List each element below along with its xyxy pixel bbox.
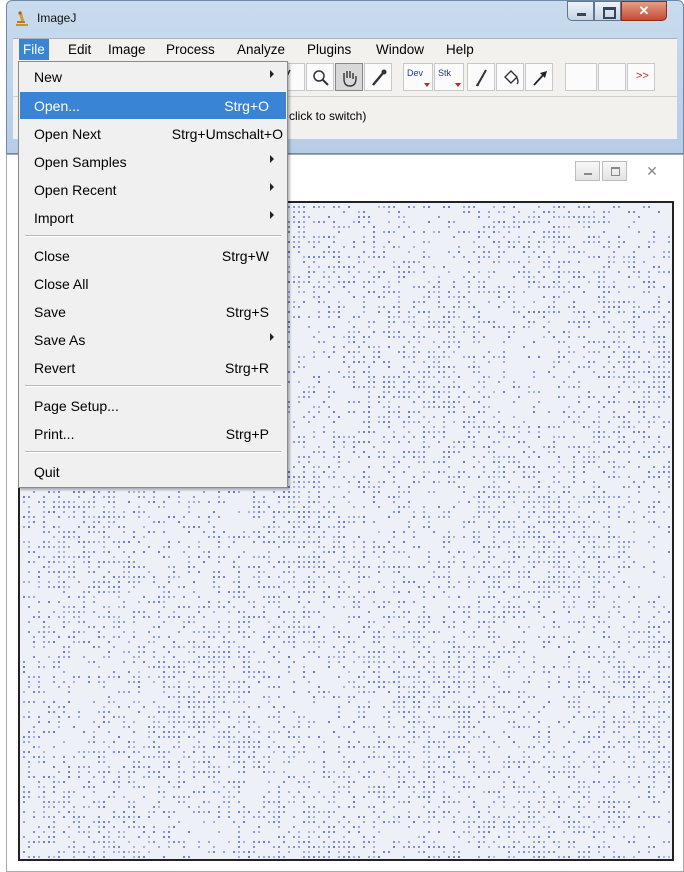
window-title: ImageJ [37,11,77,25]
image-minimize-button[interactable] [575,161,600,181]
minimize-button[interactable] [567,1,594,21]
more-tools-button[interactable]: >> [627,63,655,91]
menu-item-label: Close All [34,276,89,292]
menu-separator [25,451,281,453]
menu-item-label: Open Next [34,126,101,142]
menu-item-print[interactable]: Print... Strg+P [20,420,286,447]
paint-bucket-icon [504,70,519,85]
image-window-controls: ✕ [575,161,675,181]
brush-icon [476,69,487,87]
menu-item-open[interactable]: Open... Strg+O [20,92,286,119]
menu-item-open-samples[interactable]: Open Samples [20,148,286,175]
submenu-arrow-icon [270,70,274,78]
menu-item-close-all[interactable]: Close All [20,270,286,297]
menu-file[interactable]: File [19,39,49,61]
maximize-icon [603,7,616,19]
close-button[interactable]: ✕ [621,1,667,21]
menu-window[interactable]: Window [373,42,427,57]
menu-process[interactable]: Process [163,42,218,57]
arrow-tool-button[interactable] [525,63,553,91]
submenu-arrow-icon [270,211,274,219]
submenu-arrow-icon [270,333,274,341]
menu-item-label: Import [34,210,74,226]
magnifier-tool-button[interactable] [306,63,334,91]
submenu-arrow-icon [270,183,274,191]
file-menu: New Open... Strg+O Open Next Strg+Umscha… [18,61,288,488]
hand-tool-button[interactable] [335,63,363,91]
window-controls: ✕ [567,1,667,21]
magnifier-icon [313,70,329,86]
maximize-button[interactable] [594,1,621,21]
menu-help[interactable]: Help [443,42,477,57]
menu-item-shortcut: Strg+P [225,426,269,442]
menu-item-shortcut: Strg+O [224,98,269,114]
menu-item-page-setup[interactable]: Page Setup... [20,392,286,419]
menu-item-label: Quit [34,464,60,480]
brush-tool-button[interactable] [467,63,495,91]
menu-analyze[interactable]: Analyze [234,42,288,57]
titlebar: ImageJ ✕ [7,1,683,35]
dropdown-triangle-icon [455,83,461,87]
menu-plugins[interactable]: Plugins [304,42,354,57]
menu-item-import[interactable]: Import [20,204,286,231]
menu-item-shortcut: Strg+S [225,304,269,320]
menu-item-close[interactable]: Close Strg+W [20,242,286,269]
fill-tool-button[interactable] [496,63,524,91]
developer-menu-button[interactable]: Dev [403,63,433,91]
empty-tool-slot[interactable] [598,63,626,91]
menu-item-label: Page Setup... [34,398,119,414]
menu-item-label: New [34,69,63,85]
menu-item-save-as[interactable]: Save As [20,326,286,353]
menu-separator [25,235,281,237]
menu-item-open-next[interactable]: Open Next Strg+Umschalt+O [20,120,286,147]
menu-edit[interactable]: Edit [65,42,94,57]
arrow-icon [533,71,547,86]
menu-image[interactable]: Image [105,42,149,57]
submenu-arrow-icon [270,155,274,163]
menu-item-shortcut: Strg+R [225,360,269,376]
menu-item-label: Save [34,304,66,320]
more-tools-label: >> [636,70,649,82]
minimize-icon [584,173,592,175]
menu-separator [25,385,281,387]
menu-item-label: Open Recent [34,182,117,198]
menubar: File Edit Image Process Analyze Plugins … [13,38,677,61]
hand-icon [343,71,357,87]
menu-item-label: Open... [34,98,80,114]
menu-item-label: Print... [34,426,75,442]
close-icon: ✕ [638,3,650,18]
dropper-tool-button[interactable] [364,63,392,91]
menu-item-shortcut: Strg+W [221,248,269,264]
menu-item-label: Revert [34,360,76,376]
menu-item-open-recent[interactable]: Open Recent [20,176,286,203]
image-maximize-button[interactable] [602,161,627,181]
menu-item-quit[interactable]: Quit [20,458,286,485]
maximize-icon [611,167,620,176]
imagej-microscope-icon [16,11,28,26]
menu-item-new[interactable]: New [20,63,286,90]
stack-menu-button[interactable]: Stk [434,63,464,91]
dropdown-triangle-icon [424,83,430,87]
color-picker-icon [372,69,387,86]
close-icon: ✕ [646,163,658,179]
minimize-icon [577,13,586,16]
menu-item-save[interactable]: Save Strg+S [20,298,286,325]
menu-item-label: Save As [34,332,86,348]
menu-item-revert[interactable]: Revert Strg+R [20,354,286,381]
menu-item-label: Close [34,248,70,264]
menu-item-label: Open Samples [34,154,127,170]
image-close-button[interactable]: ✕ [629,161,675,181]
menu-item-shortcut: Strg+Umschalt+O [171,126,283,142]
empty-tool-slot[interactable] [565,63,597,91]
status-text: click to switch) [289,109,367,123]
